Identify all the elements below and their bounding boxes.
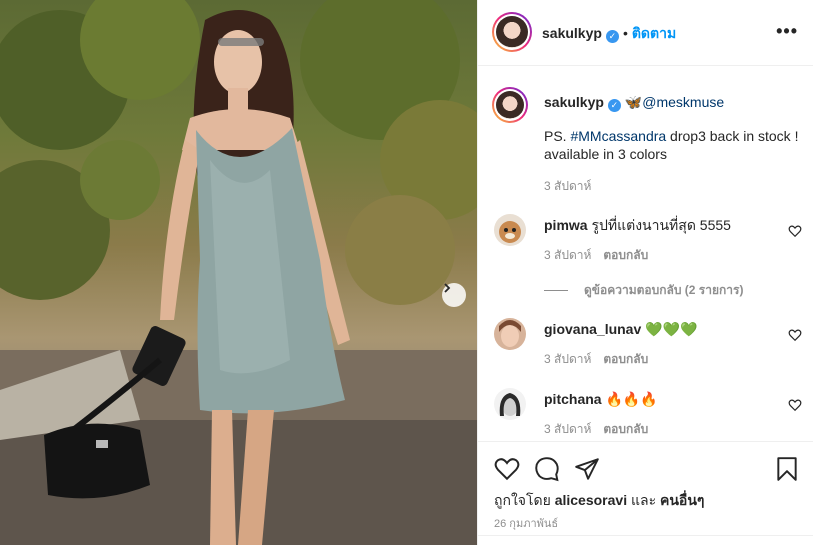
author-avatar[interactable] <box>492 12 532 52</box>
verified-badge-icon: ✓ <box>605 30 619 43</box>
reply-button[interactable]: ตอบกลับ <box>603 248 648 262</box>
comment-item: giovana_lunav 💚💚💚 3 สัปดาห์ ตอบกลับ <box>494 318 802 368</box>
comment-item: pimwa รูปที่แต่งนานที่สุด 5555 3 สัปดาห์… <box>494 214 802 264</box>
liked-by-user[interactable]: alicesoravi <box>555 492 627 508</box>
caption-time[interactable]: 3 สัปดาห์ <box>544 177 591 196</box>
commenter-avatar[interactable] <box>494 214 526 246</box>
comment-time[interactable]: 3 สัปดาห์ <box>544 422 591 436</box>
comment-username[interactable]: pitchana <box>544 391 602 407</box>
author-username[interactable]: sakulkyp <box>542 25 602 41</box>
likes-middle: และ <box>627 492 660 508</box>
comment-text: 💚💚💚 <box>645 321 698 337</box>
caption-username[interactable]: sakulkyp <box>544 94 604 110</box>
commenter-avatar[interactable] <box>494 318 526 350</box>
like-heart-icon[interactable] <box>494 456 520 482</box>
view-replies-label: ดูข้อความตอบกลับ (2 รายการ) <box>584 283 744 297</box>
post-actions: ถูกใจโดย alicesoravi และ คนอื่นๆ 26 กุมภ… <box>478 441 813 545</box>
post-sidebar: sakulkyp ✓ • ติดตาม ••• sakulkyp ✓ 🦋@meskmus… <box>477 0 813 545</box>
comment-text: รูปที่แต่งนานที่สุด 5555 <box>591 217 731 233</box>
liked-by-others[interactable]: คนอื่นๆ <box>660 492 704 508</box>
post-header: sakulkyp ✓ • ติดตาม ••• <box>478 0 813 66</box>
comment-time[interactable]: 3 สัปดาห์ <box>544 248 591 262</box>
caption-mention[interactable]: 🦋@meskmuse <box>625 94 724 110</box>
follow-button[interactable]: ติดตาม <box>632 25 676 41</box>
caption-hashtag[interactable]: #MMcassandra <box>570 128 666 144</box>
more-options-icon[interactable]: ••• <box>776 22 798 40</box>
like-comment-heart-icon[interactable] <box>788 328 802 342</box>
share-paper-plane-icon[interactable] <box>574 456 600 482</box>
next-photo-button[interactable] <box>442 283 466 307</box>
save-bookmark-icon[interactable] <box>774 456 800 482</box>
comment-item: pitchana 🔥🔥🔥 3 สัปดาห์ ตอบกลับ <box>494 388 802 438</box>
comment-input-bar[interactable] <box>478 535 813 545</box>
comment-time[interactable]: 3 สัปดาห์ <box>544 352 591 366</box>
likes-summary: ถูกใจโดย alicesoravi และ คนอื่นๆ <box>494 490 704 512</box>
like-comment-heart-icon[interactable] <box>788 398 802 412</box>
reply-button[interactable]: ตอบกลับ <box>603 352 648 366</box>
caption: sakulkyp ✓ 🦋@meskmuse PS. #MMcassandra dr… <box>492 87 804 197</box>
photo-illustration <box>0 0 477 545</box>
caption-text: PS. #MMcassandra drop3 back in stock ! a… <box>544 127 806 163</box>
likes-prefix: ถูกใจโดย <box>494 492 555 508</box>
chevron-right-icon <box>444 283 451 293</box>
reply-button[interactable]: ตอบกลับ <box>603 422 648 436</box>
verified-badge-icon: ✓ <box>607 99 621 112</box>
header-separator: • <box>622 25 628 41</box>
instagram-post: sakulkyp ✓ • ติดตาม ••• sakulkyp ✓ 🦋@meskmus… <box>0 0 813 545</box>
view-replies-link[interactable]: ดูข้อความตอบกลับ (2 รายการ) <box>544 281 743 300</box>
like-comment-heart-icon[interactable] <box>788 224 802 238</box>
comment-text: 🔥🔥🔥 <box>605 391 658 407</box>
caption-prefix: PS. <box>544 128 571 144</box>
post-date[interactable]: 26 กุมภาพันธ์ <box>494 514 558 532</box>
comments-list[interactable]: sakulkyp ✓ 🦋@meskmuse PS. #MMcassandra dr… <box>478 67 813 441</box>
replies-divider-line <box>544 290 568 292</box>
post-photo[interactable] <box>0 0 477 545</box>
comment-bubble-icon[interactable] <box>534 456 560 482</box>
commenter-avatar[interactable] <box>494 388 526 420</box>
comment-username[interactable]: pimwa <box>544 217 588 233</box>
comment-username[interactable]: giovana_lunav <box>544 321 641 337</box>
caption-avatar[interactable] <box>492 87 528 123</box>
caption-header: sakulkyp ✓ 🦋@meskmuse <box>544 93 804 112</box>
